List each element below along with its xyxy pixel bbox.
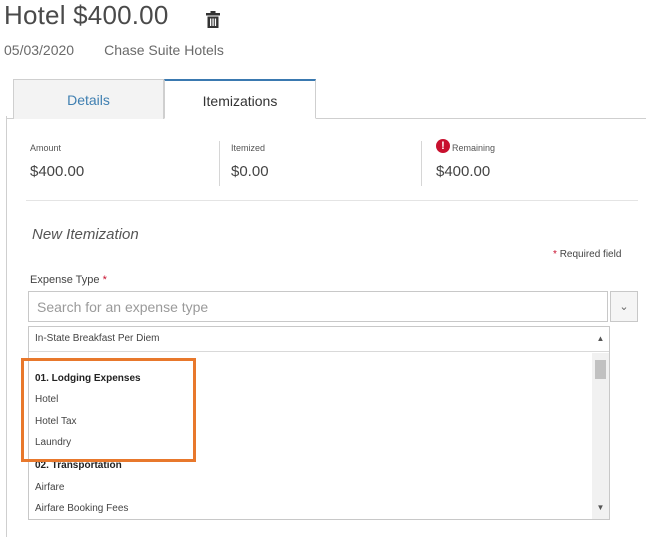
itemized-value: $0.00 <box>231 163 269 180</box>
tab-itemizations[interactable]: Itemizations <box>164 79 316 119</box>
scroll-down-arrow-icon[interactable]: ▼ <box>592 503 609 512</box>
required-field-note: * Required field <box>553 249 622 260</box>
list-item[interactable]: In-State Breakfast Per Diem <box>29 327 609 352</box>
list-item[interactable]: Airfare <box>35 482 64 493</box>
itemized-label: Itemized <box>231 143 266 153</box>
section-title: New Itemization <box>32 226 139 243</box>
expense-subtitle: 05/03/2020 Chase Suite Hotels <box>4 42 224 58</box>
page-title: Hotel $400.00 <box>4 0 169 30</box>
amount-value: $400.00 <box>30 163 85 180</box>
chevron-down-icon[interactable]: ⌄ <box>610 291 638 322</box>
expense-type-search-input[interactable] <box>28 291 608 322</box>
remaining-value: $400.00 <box>436 163 491 180</box>
summary-separator <box>421 141 422 186</box>
amount-label: Amount <box>30 143 62 153</box>
expense-date: 05/03/2020 <box>4 42 75 58</box>
highlight-box <box>21 358 196 462</box>
trash-icon[interactable] <box>206 11 220 28</box>
scrollbar-thumb[interactable] <box>595 360 606 379</box>
tab-details[interactable]: Details <box>13 79 164 119</box>
list-item[interactable]: Airfare Booking Fees <box>35 503 128 514</box>
remaining-label: Remaining <box>452 143 496 153</box>
scroll-up-arrow-icon[interactable]: ▲ <box>592 334 609 343</box>
expense-vendor: Chase Suite Hotels <box>104 42 224 58</box>
exclamation-icon: ! <box>436 139 450 153</box>
section-divider <box>26 200 638 201</box>
expense-type-label: Expense Type * <box>30 274 107 286</box>
summary-separator <box>219 141 220 186</box>
panel-left-border <box>6 116 7 537</box>
